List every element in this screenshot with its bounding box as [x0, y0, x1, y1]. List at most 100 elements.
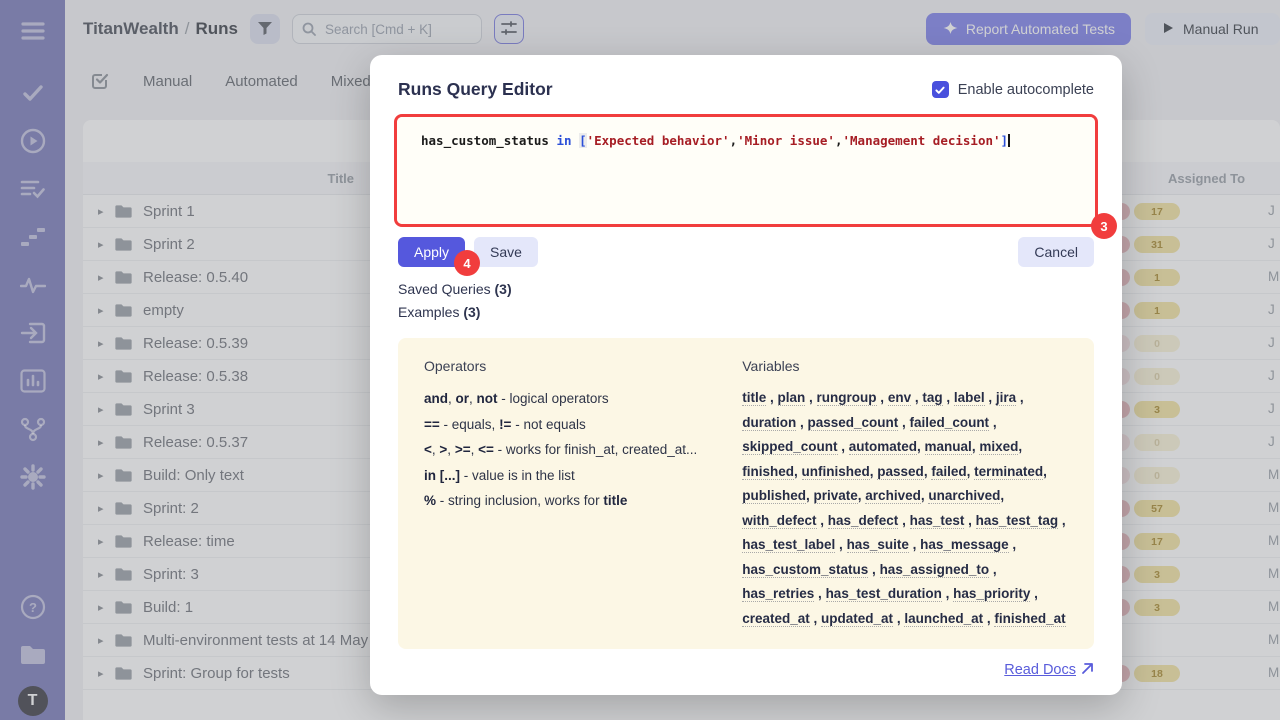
query-token-kw: in [556, 133, 571, 148]
variable-token[interactable]: rungroup [817, 390, 877, 406]
operator-token: >= [455, 442, 471, 457]
operator-token: or [456, 391, 470, 406]
variable-token[interactable]: has_test_label [742, 537, 835, 553]
query-token-plain: , [730, 133, 738, 148]
operator-line: <, >, >=, <= - works for finish_at, crea… [424, 437, 720, 463]
query-token-str: 'Expected behavior' [587, 133, 730, 148]
text-cursor [1008, 134, 1010, 147]
variable-token[interactable]: skipped_count [742, 439, 837, 455]
read-docs-link[interactable]: Read Docs [1004, 662, 1094, 679]
operator-desc: , [471, 442, 479, 457]
query-token-plain [572, 133, 580, 148]
variable-token[interactable]: archived [865, 488, 921, 504]
variable-token[interactable]: passed [877, 464, 924, 480]
read-docs-label: Read Docs [1004, 662, 1076, 678]
operator-token: % [424, 493, 436, 508]
query-token-plain: , [835, 133, 843, 148]
query-token-plain: has_custom_status [421, 133, 549, 148]
query-token-str: 'Management decision' [843, 133, 1001, 148]
variable-token[interactable]: passed_count [808, 415, 899, 431]
operator-token: != [499, 417, 511, 432]
operator-line: in [...] - value is in the list [424, 463, 720, 489]
operator-token: title [603, 493, 627, 508]
query-token-br: ] [1001, 133, 1009, 148]
external-link-icon [1081, 662, 1094, 679]
operator-desc: , [448, 391, 456, 406]
variable-token[interactable]: unfinished [802, 464, 870, 480]
variable-token[interactable]: has_retries [742, 586, 814, 602]
annotation-badge-4: 4 [454, 250, 480, 276]
variable-token[interactable]: created_at [742, 611, 810, 627]
variable-token[interactable]: published [742, 488, 806, 504]
variable-token[interactable]: tag [922, 390, 942, 406]
cancel-button[interactable]: Cancel [1018, 237, 1094, 267]
variable-token[interactable]: automated [849, 439, 917, 455]
operator-desc: - equals, [440, 417, 499, 432]
operator-desc: - not equals [511, 417, 585, 432]
operator-token: == [424, 417, 440, 432]
variable-token[interactable]: failed [931, 464, 966, 480]
variable-token[interactable]: has_message [920, 537, 1009, 553]
operator-token: not [477, 391, 498, 406]
variable-token[interactable]: finished [742, 464, 794, 480]
query-token-brhl: [ [579, 133, 587, 148]
variable-token[interactable]: jira [996, 390, 1016, 406]
examples-expander[interactable]: Examples (3) [398, 304, 1094, 320]
variable-token[interactable]: finished_at [994, 611, 1065, 627]
query-editor-input[interactable]: has_custom_status in ['Expected behavior… [397, 117, 1095, 224]
variable-token[interactable]: label [954, 390, 985, 406]
checkbox-checked-icon[interactable] [932, 81, 949, 98]
variable-token[interactable]: with_defect [742, 513, 816, 529]
operator-token: < [424, 442, 432, 457]
autocomplete-label: Enable autocomplete [958, 82, 1094, 98]
modal-title: Runs Query Editor [398, 79, 553, 100]
operator-desc: - logical operators [498, 391, 609, 406]
operator-desc: - works for finish_at, created_at... [494, 442, 697, 457]
variable-token[interactable]: has_test_duration [826, 586, 942, 602]
query-token-str: 'Minor issue' [737, 133, 835, 148]
annotation-rect: has_custom_status in ['Expected behavior… [394, 114, 1098, 227]
saved-queries-expander[interactable]: Saved Queries (3) [398, 281, 1094, 297]
variable-token[interactable]: has_test_tag [976, 513, 1059, 529]
variable-token[interactable]: mixed [979, 439, 1018, 455]
variable-token[interactable]: env [888, 390, 911, 406]
variable-token[interactable]: terminated [974, 464, 1043, 480]
operator-desc: , [469, 391, 477, 406]
operator-desc: - value is in the list [460, 468, 575, 483]
variable-token[interactable]: manual [925, 439, 972, 455]
variable-token[interactable]: title [742, 390, 766, 406]
variable-token[interactable]: has_suite [847, 537, 909, 553]
variable-token[interactable]: unarchived [928, 488, 1000, 504]
saved-queries-label: Saved Queries [398, 281, 491, 297]
examples-count: (3) [463, 304, 480, 320]
variable-token[interactable]: private [814, 488, 858, 504]
operator-token: <= [478, 442, 494, 457]
save-button[interactable]: Save [474, 237, 538, 267]
variable-token[interactable]: has_defect [828, 513, 899, 529]
variable-token[interactable]: has_test [910, 513, 965, 529]
operator-line: and, or, not - logical operators [424, 386, 720, 412]
variables-title: Variables [742, 358, 1068, 374]
variable-token[interactable]: has_custom_status [742, 562, 868, 578]
runs-query-editor-modal: Runs Query Editor Enable autocomplete ha… [370, 55, 1122, 695]
enable-autocomplete-toggle[interactable]: Enable autocomplete [932, 81, 1094, 98]
operators-title: Operators [424, 358, 720, 374]
variable-token[interactable]: launched_at [904, 611, 983, 627]
query-help-panel: Operators and, or, not - logical operato… [398, 338, 1094, 649]
variable-token[interactable]: has_assigned_to [880, 562, 990, 578]
operator-line: % - string inclusion, works for title [424, 488, 720, 514]
examples-label: Examples [398, 304, 459, 320]
operator-token: in [...] [424, 468, 460, 483]
variables-list: title , plan , rungroup , env , tag , la… [742, 386, 1068, 631]
operators-list: and, or, not - logical operators== - equ… [424, 386, 720, 514]
operator-desc: , [447, 442, 455, 457]
variable-token[interactable]: updated_at [821, 611, 893, 627]
variable-token[interactable]: failed_count [910, 415, 990, 431]
variable-token[interactable]: has_priority [953, 586, 1030, 602]
variable-token[interactable]: duration [742, 415, 796, 431]
variable-token[interactable]: plan [778, 390, 806, 406]
annotation-badge-3: 3 [1091, 213, 1117, 239]
operator-token: and [424, 391, 448, 406]
operator-line: == - equals, != - not equals [424, 412, 720, 438]
saved-queries-count: (3) [495, 281, 512, 297]
